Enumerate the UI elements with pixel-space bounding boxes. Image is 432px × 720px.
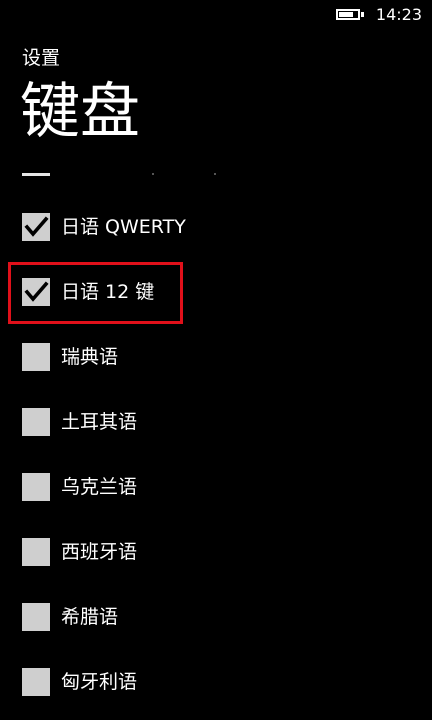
keyboard-option-label: 日语 QWERTY bbox=[61, 216, 186, 238]
checkbox[interactable] bbox=[22, 408, 50, 436]
highlight-annotation-box bbox=[8, 262, 183, 324]
scroll-indicator-dot bbox=[214, 173, 216, 175]
battery-tip bbox=[361, 12, 364, 17]
checkbox[interactable] bbox=[22, 343, 50, 371]
battery-fill bbox=[339, 12, 354, 17]
keyboard-option[interactable]: 匈牙利语 bbox=[0, 650, 432, 706]
checkbox[interactable] bbox=[22, 538, 50, 566]
keyboard-option[interactable]: 瑞典语 bbox=[0, 325, 432, 381]
scroll-indicator bbox=[22, 173, 50, 176]
keyboard-option[interactable]: 希腊语 bbox=[0, 585, 432, 641]
keyboard-option[interactable]: 西班牙语 bbox=[0, 520, 432, 576]
keyboard-option-label: 希腊语 bbox=[61, 606, 119, 628]
breadcrumb: 设置 bbox=[22, 47, 61, 69]
checkmark-icon bbox=[24, 216, 49, 237]
page-title: 键盘 bbox=[20, 77, 140, 147]
keyboard-option-label: 匈牙利语 bbox=[61, 671, 138, 693]
scroll-indicator-dot bbox=[152, 173, 154, 175]
keyboard-option[interactable]: 乌克兰语 bbox=[0, 455, 432, 511]
checkbox[interactable] bbox=[22, 603, 50, 631]
keyboard-option[interactable]: 日语 QWERTY bbox=[0, 195, 432, 251]
keyboard-option-label: 瑞典语 bbox=[61, 346, 119, 368]
keyboard-option[interactable]: 土耳其语 bbox=[0, 390, 432, 446]
keyboard-option-label: 西班牙语 bbox=[61, 541, 138, 563]
battery-icon bbox=[336, 9, 360, 20]
keyboard-option-label: 土耳其语 bbox=[61, 411, 138, 433]
checkbox[interactable] bbox=[22, 668, 50, 696]
status-time: 14:23 bbox=[375, 5, 422, 24]
checkbox[interactable] bbox=[22, 213, 50, 241]
keyboard-option-label: 乌克兰语 bbox=[61, 476, 138, 498]
checkbox[interactable] bbox=[22, 473, 50, 501]
status-bar: 14:23 bbox=[0, 0, 432, 30]
